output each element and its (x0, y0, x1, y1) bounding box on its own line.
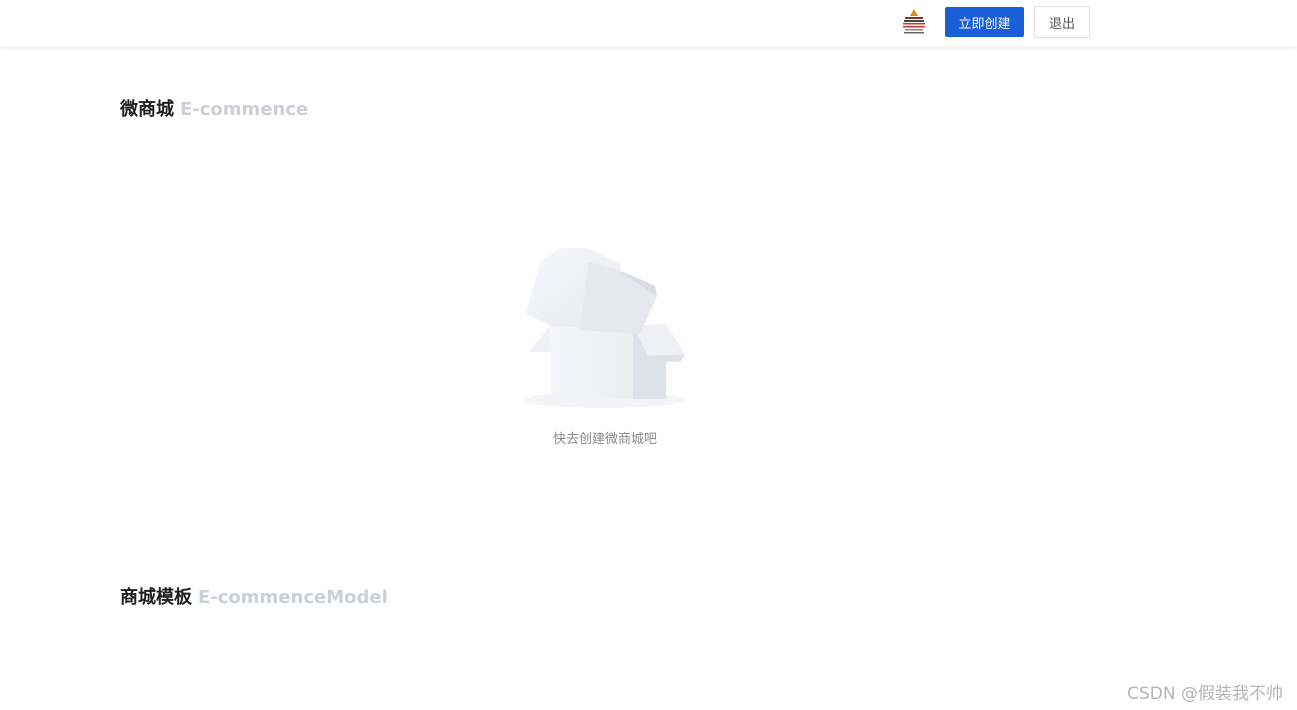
avatar[interactable] (899, 7, 929, 37)
top-header: 立即创建 退出 (0, 0, 1297, 46)
section-subtitle: E-commenceModel (198, 587, 388, 608)
section-subtitle: E-commence (180, 99, 309, 120)
empty-state-text: 快去创建微商城吧 (552, 432, 657, 447)
watermark: CSDN @假装我不帅 (1127, 684, 1283, 704)
section-title-shop: 微商城 E-commence (120, 95, 308, 121)
logout-button[interactable]: 退出 (1034, 6, 1090, 38)
logo-icon (903, 9, 925, 34)
empty-box-icon (525, 248, 685, 408)
empty-box-illustration (520, 244, 690, 414)
create-now-button[interactable]: 立即创建 (945, 7, 1024, 37)
section-title-text: 商城模板 (120, 587, 192, 608)
section-title-template: 商城模板 E-commenceModel (120, 583, 388, 609)
section-title-text: 微商城 (120, 99, 174, 120)
